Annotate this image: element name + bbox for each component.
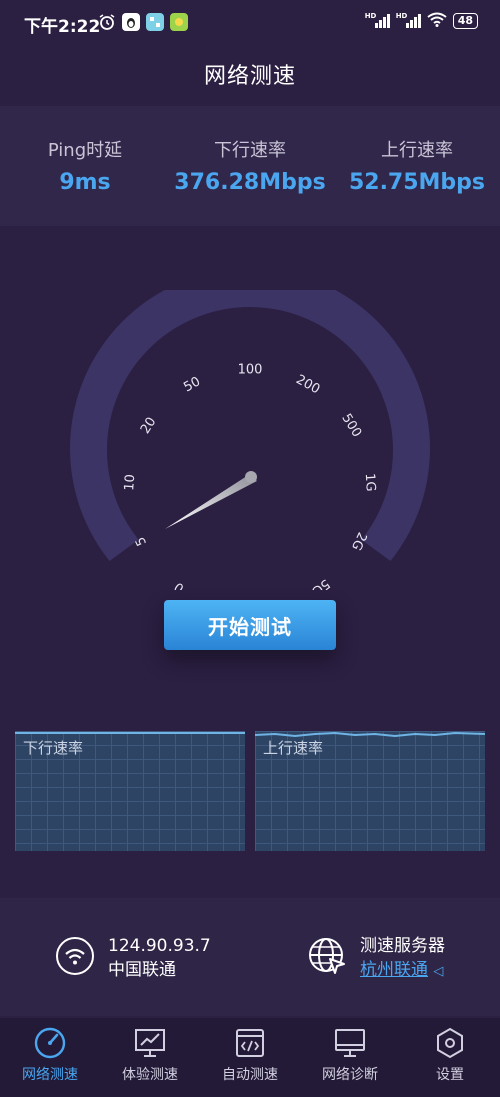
ip-address: 124.90.93.7 [108,936,211,956]
upload-graph-label: 上行速率 [263,739,324,757]
gauge-tick-label: 2G [348,530,369,553]
signal-2-icon: HD [396,12,421,28]
nav-label: 设置 [436,1067,464,1083]
hexagon-settings-icon [437,1027,463,1059]
gauge-tick-label: 20 [138,415,160,437]
gauge-tick-label: 5G [309,576,333,590]
download-stat: 下行速率 376.28Mbps [165,136,335,195]
nav-label: 网络测速 [22,1067,78,1083]
signal-1-icon: HD [365,12,390,28]
start-test-button[interactable]: 开始测试 [164,600,336,650]
upload-label: 上行速率 [381,140,453,161]
ping-label: Ping时延 [47,140,123,161]
isp-name: 中国联通 [108,960,176,980]
nav-label: 自动测速 [222,1067,278,1083]
download-value: 376.28Mbps [174,170,326,195]
ping-value: 9ms [59,170,111,195]
gauge-tick-label: 1G [362,473,378,492]
gauge-tick-label: 10 [122,474,138,491]
upload-graph: 上行速率 [255,731,485,851]
ping-stat: Ping时延 9ms [0,136,170,195]
nav-item-diagnosis[interactable]: 网络诊断 [300,1018,400,1097]
pattern-app-icon [146,13,164,31]
upload-stat: 上行速率 52.75Mbps [332,136,500,195]
status-notification-icons [98,13,188,31]
green-app-icon [170,13,188,31]
gauge-tick-label: 100 [238,363,263,378]
nav-item-experience-test[interactable]: 体验测速 [100,1018,200,1097]
server-label: 测速服务器 [360,936,445,956]
code-window-icon [236,1029,264,1057]
globe-cursor-icon [308,937,346,975]
download-graph: 下行速率 [15,731,245,851]
server-name-link[interactable]: 杭州联通 [360,960,428,980]
bottom-nav: 网络测速 体验测速 自动测速 网络诊断 设置 [0,1018,500,1097]
status-time: 下午2:22 [24,17,101,37]
speed-gauge: 051020501002005001G2G5G [70,290,430,590]
gauge-needle [165,474,257,529]
battery-indicator: 48 [452,13,478,29]
gauge-needle-hub [245,471,257,483]
triangle-left-icon[interactable]: ◁ [433,964,443,979]
download-graph-label: 下行速率 [23,739,84,757]
status-bar: 下午2:22 HD HD 48 [0,0,500,46]
nav-label: 网络诊断 [322,1067,378,1083]
gauge-tick-label: 0 [172,579,188,590]
upload-value: 52.75Mbps [348,170,486,195]
server-info: 测速服务器 杭州联通 ◁ [360,934,445,984]
nav-item-auto-test[interactable]: 自动测速 [200,1018,300,1097]
nav-label: 体验测速 [122,1067,178,1083]
gauge-tick-label: 200 [293,372,322,397]
ip-info: 124.90.93.7 中国联通 [108,934,211,982]
speedometer-icon [34,1027,66,1059]
wifi-status-icon [427,12,447,30]
network-info-panel: 124.90.93.7 中国联通 测速服务器 杭州联通 ◁ [0,898,500,1016]
gauge-arc-track [70,290,430,561]
status-right-icons: HD HD 48 [365,12,478,30]
download-label: 下行速率 [214,140,286,161]
gauge-tick-label: 50 [181,374,203,395]
page-title: 网络测速 [203,64,296,89]
chart-monitor-icon [135,1029,165,1057]
nav-item-settings[interactable]: 设置 [400,1018,500,1097]
wifi-icon [56,937,94,975]
stats-panel: Ping时延 9ms 下行速率 376.28Mbps 上行速率 52.75Mbp… [0,106,500,226]
alarm-icon [98,13,116,31]
nav-item-speed-test[interactable]: 网络测速 [0,1018,100,1097]
penguin-app-icon [122,13,140,31]
gauge-tick-label: 500 [338,411,364,440]
monitor-icon [335,1029,365,1057]
